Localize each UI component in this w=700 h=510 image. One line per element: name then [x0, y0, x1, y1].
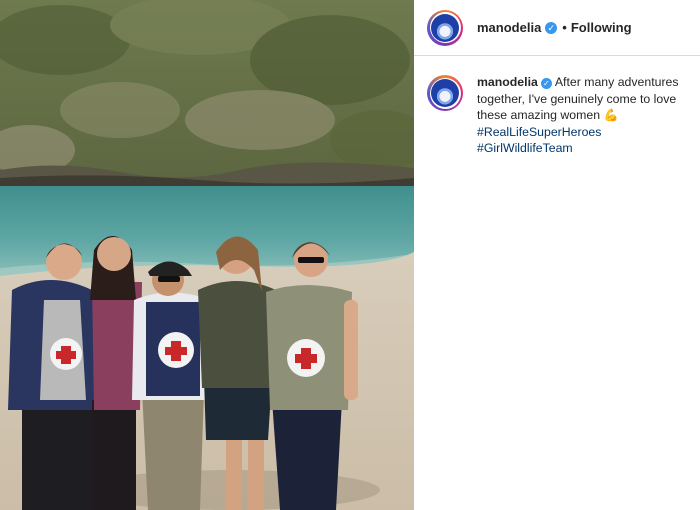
caption-comment: manodelia ✓ After many adventures together… [414, 56, 700, 157]
hashtag-link[interactable]: #RealLifeSuperHeroes [477, 124, 687, 141]
caption-author-username[interactable]: manodelia [477, 75, 538, 89]
avatar-inner [429, 77, 461, 109]
post-header: manodelia ✓ • Following [414, 0, 700, 56]
verified-badge-icon: ✓ [545, 21, 558, 34]
hashtag-link[interactable]: #GirlWildlifeTeam [477, 140, 687, 157]
author-avatar[interactable] [427, 9, 463, 46]
following-button[interactable]: Following [571, 20, 632, 35]
post-image [0, 0, 414, 510]
post-photo[interactable] [0, 0, 414, 510]
flexed-biceps-emoji: 💪 [603, 108, 619, 122]
caption-author-avatar[interactable] [427, 75, 463, 111]
avatar-image [431, 13, 459, 42]
post-side-panel: manodelia ✓ • Following manodelia ✓ After … [414, 0, 700, 510]
author-username[interactable]: manodelia [477, 20, 541, 35]
header-text: manodelia ✓ • Following [477, 20, 632, 35]
avatar-image [431, 79, 459, 107]
verified-badge-icon: ✓ [540, 78, 552, 89]
separator-dot: • [562, 20, 567, 35]
avatar-inner [429, 12, 461, 43]
caption-text: manodelia ✓ After many adventures together… [477, 74, 687, 157]
